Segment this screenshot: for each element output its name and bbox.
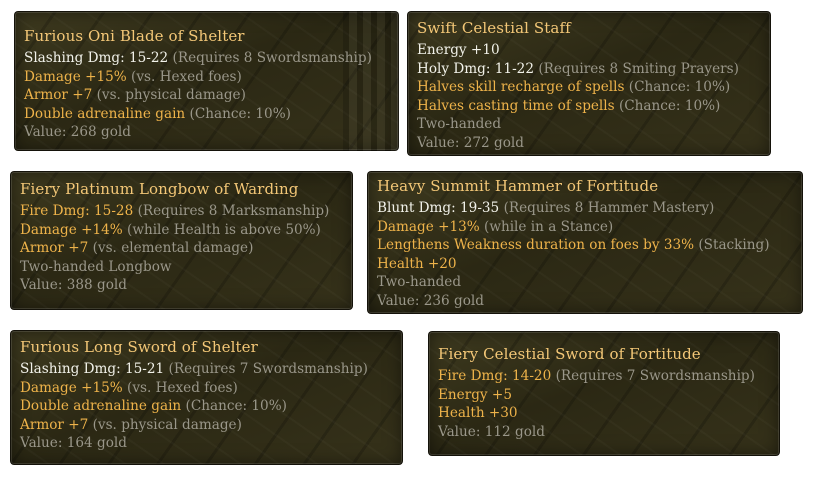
stat-line: Health +20 [377,255,799,274]
stat-line: Blunt Dmg: 19-35 (Requires 8 Hammer Maste… [377,199,799,218]
stat-line: Armor +7 (vs. physical damage) [20,416,399,435]
stat-note: (Requires 7 Swordsmanship) [168,361,368,377]
stat-text: Fire Dmg: 14-20 [438,368,552,384]
item-name: Heavy Summit Hammer of Fortitude [377,177,659,195]
stat-text: Damage +15% [24,68,127,85]
stat-text: Lengthens Weakness duration on foes by 3… [377,237,695,254]
item-tooltip-fiery-platinum-longbow: Fiery Platinum Longbow of Warding Fire D… [10,171,353,310]
stat-text: Damage +15% [20,379,123,396]
stat-line: Slashing Dmg: 15-21 (Requires 7 Swordsman… [20,360,399,379]
stat-line: Double adrenaline gain (Chance: 10%) [20,397,399,416]
stat-line: Fire Dmg: 15-28 (Requires 8 Marksmanship) [20,202,349,221]
stat-line: Health +30 [438,404,776,423]
item-tooltip-fiery-celestial-sword: Fiery Celestial Sword of Fortitude Fire … [428,331,780,456]
stat-note: (Chance: 10%) [628,79,731,96]
item-tooltip-furious-long-sword: Furious Long Sword of Shelter Slashing D… [10,330,403,465]
stat-line: Armor +7 (vs. physical damage) [24,86,395,105]
stat-text: Holy Dmg: 11-22 [417,60,534,77]
stat-line: Fire Dmg: 14-20 (Requires 7 Swordsmanship… [438,367,776,386]
stat-note: (vs. physical damage) [96,87,246,104]
stat-text: Fire Dmg: 15-28 [20,203,134,219]
stat-text: Double adrenaline gain [20,398,182,415]
stat-note: (vs. Hexed foes) [127,379,238,396]
value-text: Value: 236 gold [377,292,484,309]
stat-text: Energy +5 [438,386,512,403]
stat-note: (Chance: 10%) [189,105,291,122]
stat-line: Lengthens Weakness duration on foes by 3… [377,236,799,255]
stat-line: Two-handed [417,115,767,134]
stat-note: (Requires 8 Smiting Prayers) [538,60,739,77]
stat-line: Energy +5 [438,386,776,405]
value-text: Value: 164 gold [20,435,127,452]
stat-line: Slashing Dmg: 15-22 (Requires 8 Swordsman… [24,49,395,68]
stat-line: Damage +13% (while in a Stance) [377,218,799,237]
stat-text: Armor +7 [20,240,89,257]
stat-note: (Chance: 10%) [618,97,721,114]
stat-text: Energy +10 [417,42,500,58]
stat-line: Halves skill recharge of spells (Chance: … [417,78,767,97]
stat-line: Damage +15% (vs. Hexed foes) [20,379,399,398]
stat-line: Two-handed Longbow [20,258,349,277]
stat-note: (Requires 8 Swordsmanship) [172,50,372,66]
item-name: Fiery Celestial Sword of Fortitude [438,345,701,363]
item-value: Value: 164 gold [20,434,399,453]
stat-note: (vs. Hexed foes) [131,68,242,85]
stat-line: Holy Dmg: 11-22 (Requires 8 Smiting Praye… [417,60,767,79]
stat-text: Halves casting time of spells [417,97,615,114]
stat-line: Damage +14% (while Health is above 50%) [20,221,349,240]
stat-note: (while Health is above 50%) [127,221,321,238]
item-name: Furious Long Sword of Shelter [20,338,258,356]
item-tooltip-swift-celestial-staff: Swift Celestial Staff Energy +10 Holy Dm… [407,11,771,156]
stat-note: (Stacking) [698,237,770,254]
stat-text: Blunt Dmg: 19-35 [377,200,500,216]
stat-line: Armor +7 (vs. elemental damage) [20,239,349,258]
item-name: Swift Celestial Staff [417,19,571,37]
stat-text: Slashing Dmg: 15-22 [24,50,169,66]
stat-text: Damage +13% [377,218,480,235]
item-value: Value: 388 gold [20,276,349,295]
stat-text: Double adrenaline gain [24,105,186,122]
stat-note: (Requires 8 Hammer Mastery) [503,200,715,216]
stat-line: Two-handed [377,273,799,292]
stat-note: (while in a Stance) [484,218,614,235]
item-tooltip-furious-oni-blade: Furious Oni Blade of Shelter Slashing Dm… [14,11,399,151]
stat-line: Double adrenaline gain (Chance: 10%) [24,105,395,124]
stat-text: Health +30 [438,405,518,422]
item-tooltip-heavy-summit-hammer: Heavy Summit Hammer of Fortitude Blunt D… [367,171,803,314]
value-text: Value: 388 gold [20,277,127,294]
stat-text: Armor +7 [24,87,93,104]
stat-note: (Chance: 10%) [185,398,287,415]
item-value: Value: 112 gold [438,423,776,442]
stat-text: Slashing Dmg: 15-21 [20,361,165,377]
stat-note: (Requires 8 Marksmanship) [137,203,330,219]
stat-line: Damage +15% (vs. Hexed foes) [24,68,395,87]
stat-text: Two-handed [377,274,462,291]
stat-text: Two-handed Longbow [20,258,172,275]
value-text: Value: 272 gold [417,134,524,151]
value-text: Value: 268 gold [24,124,131,141]
item-name: Furious Oni Blade of Shelter [24,27,245,45]
stat-text: Damage +14% [20,221,123,238]
item-name: Fiery Platinum Longbow of Warding [20,180,299,198]
stat-text: Halves skill recharge of spells [417,79,625,96]
stat-note: (vs. elemental damage) [92,240,254,257]
stat-text: Armor +7 [20,416,89,433]
stat-note: (vs. physical damage) [92,416,242,433]
stat-line: Halves casting time of spells (Chance: 10… [417,97,767,116]
stat-text: Health +20 [377,255,457,272]
item-value: Value: 268 gold [24,123,395,142]
item-value: Value: 236 gold [377,292,799,311]
item-value: Value: 272 gold [417,134,767,153]
value-text: Value: 112 gold [438,423,545,440]
stat-text: Two-handed [417,116,502,133]
stat-line: Energy +10 [417,41,767,60]
stat-note: (Requires 7 Swordsmanship) [555,368,755,384]
